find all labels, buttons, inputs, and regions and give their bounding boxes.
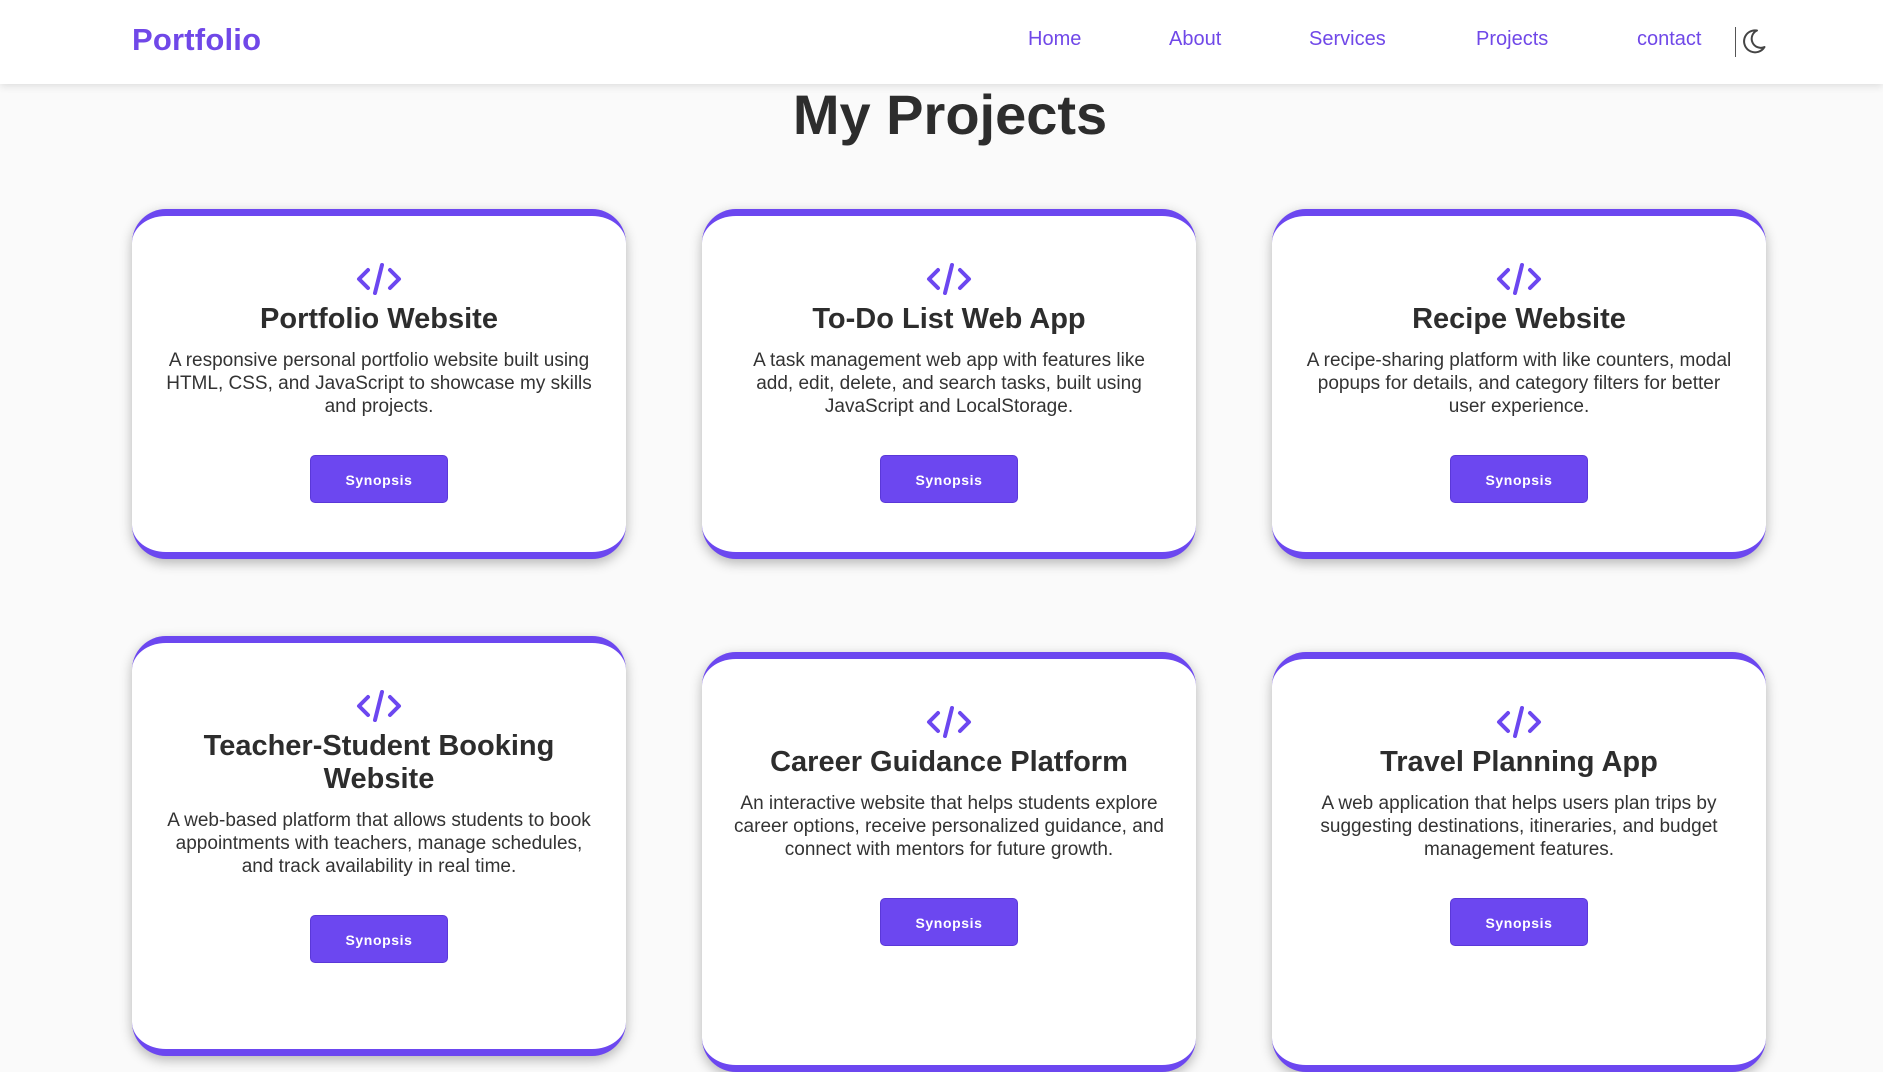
- project-card: Travel Planning App A web application th…: [1272, 652, 1766, 1072]
- nav-link-about[interactable]: About: [1169, 28, 1221, 51]
- nav-divider: [1735, 27, 1736, 57]
- code-icon: [1497, 706, 1541, 738]
- code-icon: [927, 263, 971, 295]
- project-description: A recipe-sharing platform with like coun…: [1306, 350, 1732, 417]
- page-title: My Projects: [792, 83, 1108, 146]
- project-description: A web application that helps users plan …: [1320, 793, 1718, 860]
- synopsis-button[interactable]: Synopsis: [1450, 455, 1588, 503]
- synopsis-button[interactable]: Synopsis: [310, 455, 448, 503]
- project-card: Teacher-Student Booking Website A web-ba…: [132, 636, 626, 1056]
- synopsis-button[interactable]: Synopsis: [880, 898, 1018, 946]
- code-icon: [357, 690, 401, 722]
- synopsis-button[interactable]: Synopsis: [1450, 898, 1588, 946]
- project-title: Teacher-Student Booking Website: [203, 730, 555, 795]
- project-description: A task management web app with features …: [753, 350, 1145, 417]
- navbar: Portfolio Home About Services Projects c…: [0, 0, 1883, 84]
- project-description: A web-based platform that allows student…: [167, 810, 591, 877]
- project-title: Travel Planning App: [1380, 746, 1658, 778]
- code-icon: [927, 706, 971, 738]
- code-icon: [357, 263, 401, 295]
- project-card: To-Do List Web App A task management web…: [702, 209, 1196, 559]
- project-description: An interactive website that helps studen…: [734, 793, 1164, 860]
- project-title: Recipe Website: [1412, 303, 1626, 335]
- project-title: Career Guidance Platform: [770, 746, 1128, 778]
- nav-link-home[interactable]: Home: [1028, 28, 1081, 51]
- nav-link-projects[interactable]: Projects: [1476, 28, 1548, 51]
- theme-toggle-button[interactable]: [1738, 26, 1768, 56]
- project-card: Recipe Website A recipe-sharing platform…: [1272, 209, 1766, 559]
- nav-links: Home About Services Projects contact: [0, 28, 1883, 58]
- synopsis-button[interactable]: Synopsis: [880, 455, 1018, 503]
- project-title: To-Do List Web App: [812, 303, 1086, 335]
- nav-link-services[interactable]: Services: [1309, 28, 1386, 51]
- project-card: Portfolio Website A responsive personal …: [132, 209, 626, 559]
- project-title: Portfolio Website: [260, 303, 498, 335]
- moon-icon: [1743, 29, 1766, 54]
- nav-link-contact[interactable]: contact: [1637, 28, 1701, 51]
- synopsis-button[interactable]: Synopsis: [310, 915, 448, 963]
- code-icon: [1497, 263, 1541, 295]
- project-description: A responsive personal portfolio website …: [166, 350, 592, 417]
- project-card: Career Guidance Platform An interactive …: [702, 652, 1196, 1072]
